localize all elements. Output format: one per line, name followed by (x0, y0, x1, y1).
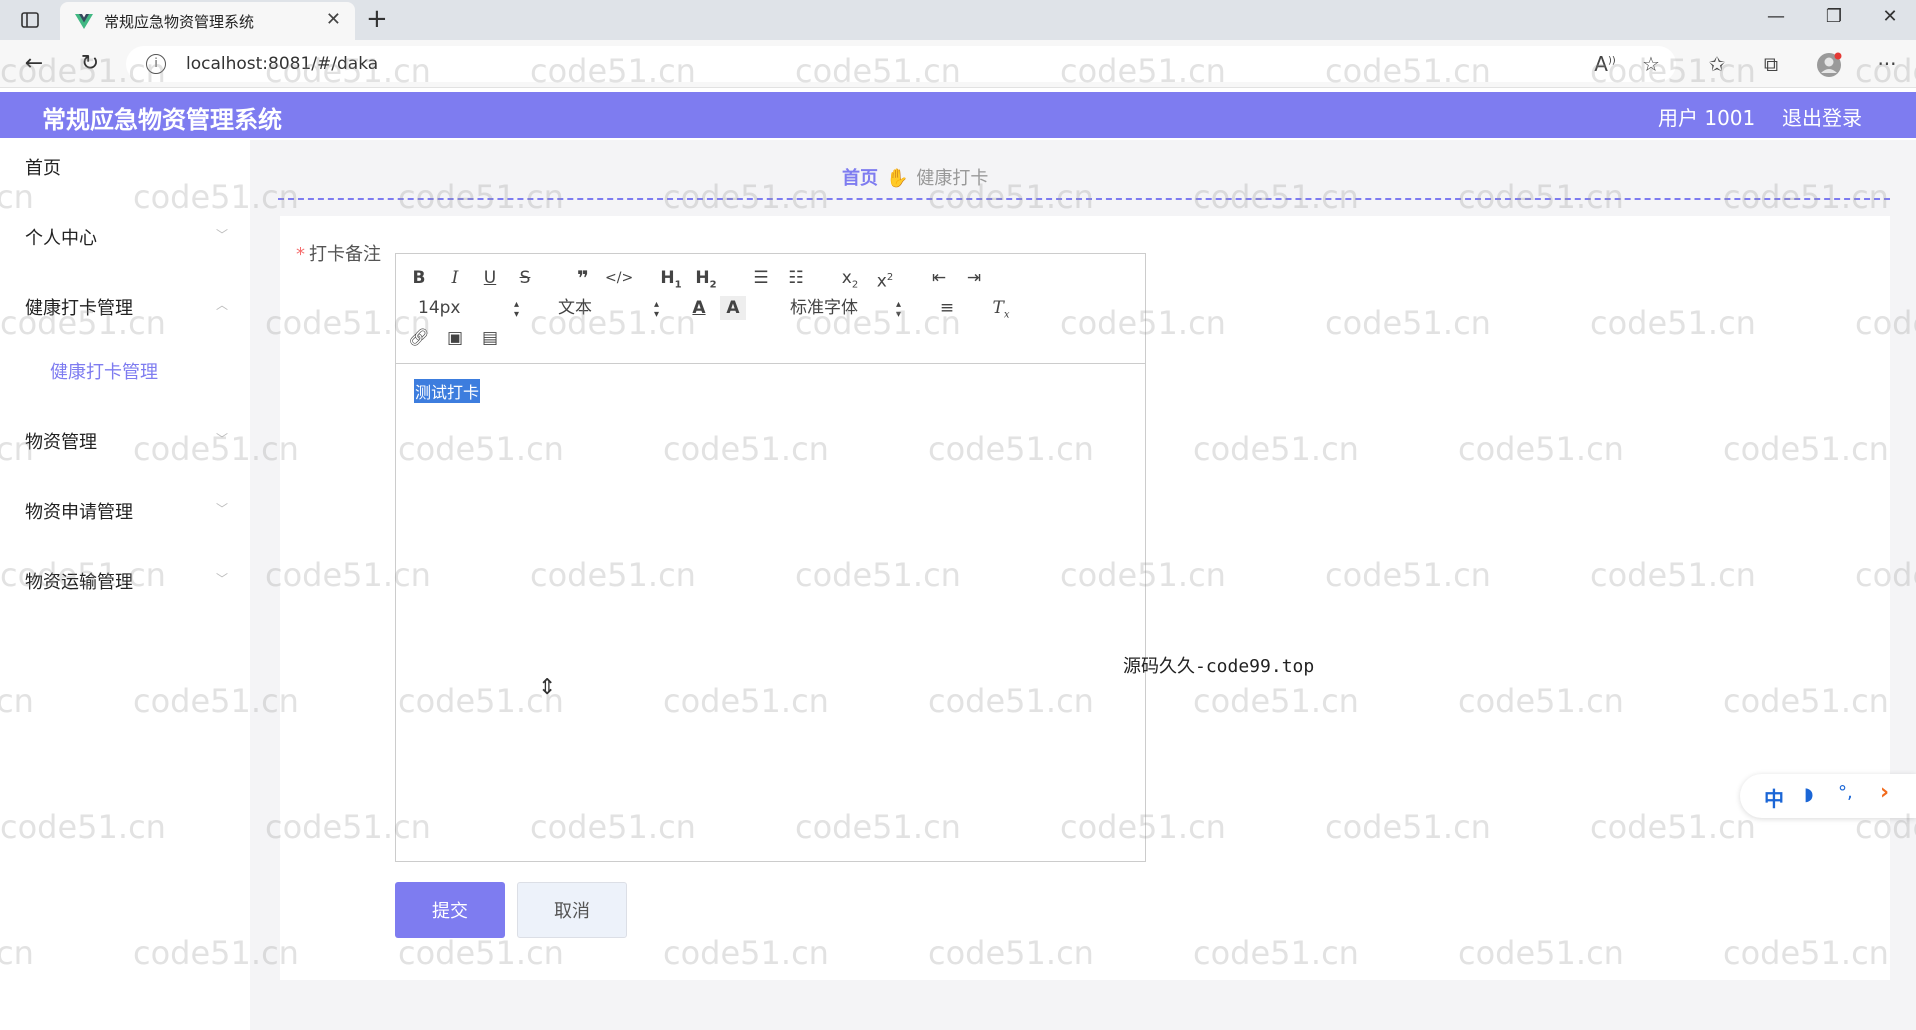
sidebar-item-materials[interactable]: 物资管理 ﹀ (0, 414, 250, 464)
clear-format-icon[interactable]: Tx (988, 296, 1014, 320)
chevron-down-icon: ﹀ (215, 502, 228, 516)
breadcrumb-home[interactable]: 首页 (842, 168, 878, 189)
background-color-icon[interactable]: A (720, 296, 746, 320)
header-type-select[interactable]: 文本 (558, 296, 592, 320)
sidebar-item-label: 物资管理 (25, 432, 97, 453)
sidebar-item-label: 物资申请管理 (25, 502, 133, 523)
ime-mode[interactable]: 中 (1764, 783, 1784, 812)
minimize-icon[interactable]: — (1756, 6, 1796, 27)
italic-icon[interactable]: I (442, 266, 468, 290)
superscript-icon[interactable]: x2 (872, 266, 898, 292)
sidebar: 首页 个人中心 ﹀ 健康打卡管理 ︿ 健康打卡管理 物资管理 ﹀ 物资申请管理 … (0, 140, 250, 1030)
ordered-list-icon[interactable]: ☰ (748, 266, 774, 290)
cancel-button[interactable]: 取消 (517, 882, 627, 938)
browser-toolbar: ← ↻ i localhost:8081/#/daka A)) ☆ ✩ ⧉ ··… (0, 40, 1916, 88)
profile-avatar-icon[interactable] (1814, 52, 1844, 83)
add-favorite-icon[interactable]: ☆ (1636, 52, 1666, 76)
source-overlay-text: 源码久久-code99.top (1123, 656, 1315, 677)
chevron-right-icon[interactable]: › (1880, 780, 1889, 805)
code-block-icon[interactable]: </> (605, 266, 633, 290)
url-text[interactable]: localhost:8081/#/daka (186, 54, 378, 74)
sidebar-item-label: 健康打卡管理 (25, 298, 133, 319)
blockquote-icon[interactable]: ❞ (570, 266, 596, 290)
note-label-text: 打卡备注 (309, 244, 381, 265)
sidebar-item-label: 首页 (25, 158, 61, 179)
rich-text-editor: B I U S ❞ </> H1 H2 ☰ ☷ x2 x2 ⇤ ⇥ 14px ▴… (395, 253, 1146, 862)
chevron-down-icon: ﹀ (215, 228, 228, 242)
align-icon[interactable]: ≡ (934, 296, 960, 320)
sidebar-item-label: 物资运输管理 (25, 572, 133, 593)
breadcrumb-current: 健康打卡 (916, 168, 989, 189)
font-family-select[interactable]: 标准字体 (790, 296, 858, 320)
video-icon[interactable]: ▤ (477, 326, 503, 350)
browser-tabstrip: 常规应急物资管理系统 ✕ + — ❐ ✕ (0, 0, 1916, 40)
logout-link[interactable]: 退出登录 (1782, 102, 1862, 131)
restore-icon[interactable]: ❐ (1814, 6, 1854, 27)
header-2-icon[interactable]: H2 (693, 266, 719, 290)
breadcrumb-divider (278, 198, 1890, 200)
header-1-icon[interactable]: H1 (658, 266, 684, 290)
image-icon[interactable]: ▣ (442, 326, 468, 350)
sidebar-item-profile[interactable]: 个人中心 ﹀ (0, 210, 250, 260)
cursor-icon: ⇕ (538, 675, 557, 700)
note-label: * 打卡备注 (296, 240, 381, 266)
app-header: 常规应急物资管理系统 用户 1001 退出登录 (0, 92, 1916, 138)
ime-toolbar[interactable]: 中 ◗ °, › (1740, 774, 1916, 818)
submit-button[interactable]: 提交 (395, 882, 505, 938)
punctuation-icon[interactable]: °, (1838, 782, 1853, 803)
breadcrumb: 首页 ✋ 健康打卡 (842, 164, 988, 190)
sidebar-item-label: 健康打卡管理 (50, 362, 158, 383)
outdent-icon[interactable]: ⇤ (926, 266, 952, 290)
more-menu-icon[interactable]: ··· (1872, 52, 1902, 76)
indent-icon[interactable]: ⇥ (961, 266, 987, 290)
sidebar-item-home[interactable]: 首页 (0, 140, 250, 190)
site-info-icon[interactable]: i (146, 54, 166, 74)
back-arrow-icon[interactable]: ← (20, 51, 48, 76)
tab-actions-icon[interactable] (20, 10, 40, 30)
editor-toolbar: B I U S ❞ </> H1 H2 ☰ ☷ x2 x2 ⇤ ⇥ 14px ▴… (396, 254, 1145, 364)
font-size-select[interactable]: 14px (418, 296, 460, 320)
select-caret-icon: ▴ ▾ (654, 299, 660, 320)
font-color-icon[interactable]: A (686, 296, 712, 320)
subscript-icon[interactable]: x2 (837, 266, 863, 290)
chevron-up-icon: ︿ (215, 298, 228, 312)
vue-logo-icon (75, 14, 93, 29)
sidebar-item-health-checkin[interactable]: 健康打卡管理 ︿ (0, 280, 250, 330)
sidebar-item-material-requests[interactable]: 物资申请管理 ﹀ (0, 484, 250, 534)
main-content: 首页 ✋ 健康打卡 * 打卡备注 B I U S ❞ </> H1 H2 ☰ ☷ x2… (250, 140, 1916, 1030)
sidebar-subitem-health-checkin[interactable]: 健康打卡管理 (0, 344, 250, 394)
address-bar[interactable]: i localhost:8081/#/daka (126, 46, 1676, 82)
tab-close-icon[interactable]: ✕ (326, 9, 341, 30)
strikethrough-icon[interactable]: S (512, 266, 538, 290)
new-tab-button[interactable]: + (366, 4, 388, 34)
favorites-icon[interactable]: ✩ (1702, 52, 1732, 76)
sidebar-item-label: 个人中心 (25, 228, 97, 249)
select-caret-icon: ▴ ▾ (514, 299, 520, 320)
editor-text[interactable]: 测试打卡 (414, 379, 481, 403)
checkin-form: * 打卡备注 B I U S ❞ </> H1 H2 ☰ ☷ x2 x2 ⇤ ⇥ … (280, 216, 1890, 980)
tab-title: 常规应急物资管理系统 (104, 13, 255, 31)
read-aloud-icon[interactable]: A)) (1590, 52, 1620, 76)
current-user: 用户 1001 (1658, 106, 1756, 130)
hand-icon: ✋ (886, 168, 909, 189)
moon-icon[interactable]: ◗ (1804, 784, 1813, 805)
select-caret-icon: ▴ ▾ (896, 299, 902, 320)
sidebar-item-material-transport[interactable]: 物资运输管理 ﹀ (0, 554, 250, 604)
chevron-down-icon: ﹀ (215, 432, 228, 446)
window-close-icon[interactable]: ✕ (1870, 6, 1910, 27)
link-icon[interactable]: 🔗︎ (406, 326, 432, 350)
editor-content[interactable]: 测试打卡 ⇕ (396, 365, 1145, 861)
required-mark: * (296, 244, 305, 265)
refresh-icon[interactable]: ↻ (76, 51, 104, 76)
bold-icon[interactable]: B (406, 266, 432, 290)
app-title: 常规应急物资管理系统 (42, 106, 282, 134)
bullet-list-icon[interactable]: ☷ (783, 266, 809, 290)
underline-icon[interactable]: U (477, 266, 503, 290)
browser-tab[interactable]: 常规应急物资管理系统 ✕ (60, 2, 355, 40)
chevron-down-icon: ﹀ (215, 572, 228, 586)
collections-icon[interactable]: ⧉ (1756, 52, 1786, 76)
